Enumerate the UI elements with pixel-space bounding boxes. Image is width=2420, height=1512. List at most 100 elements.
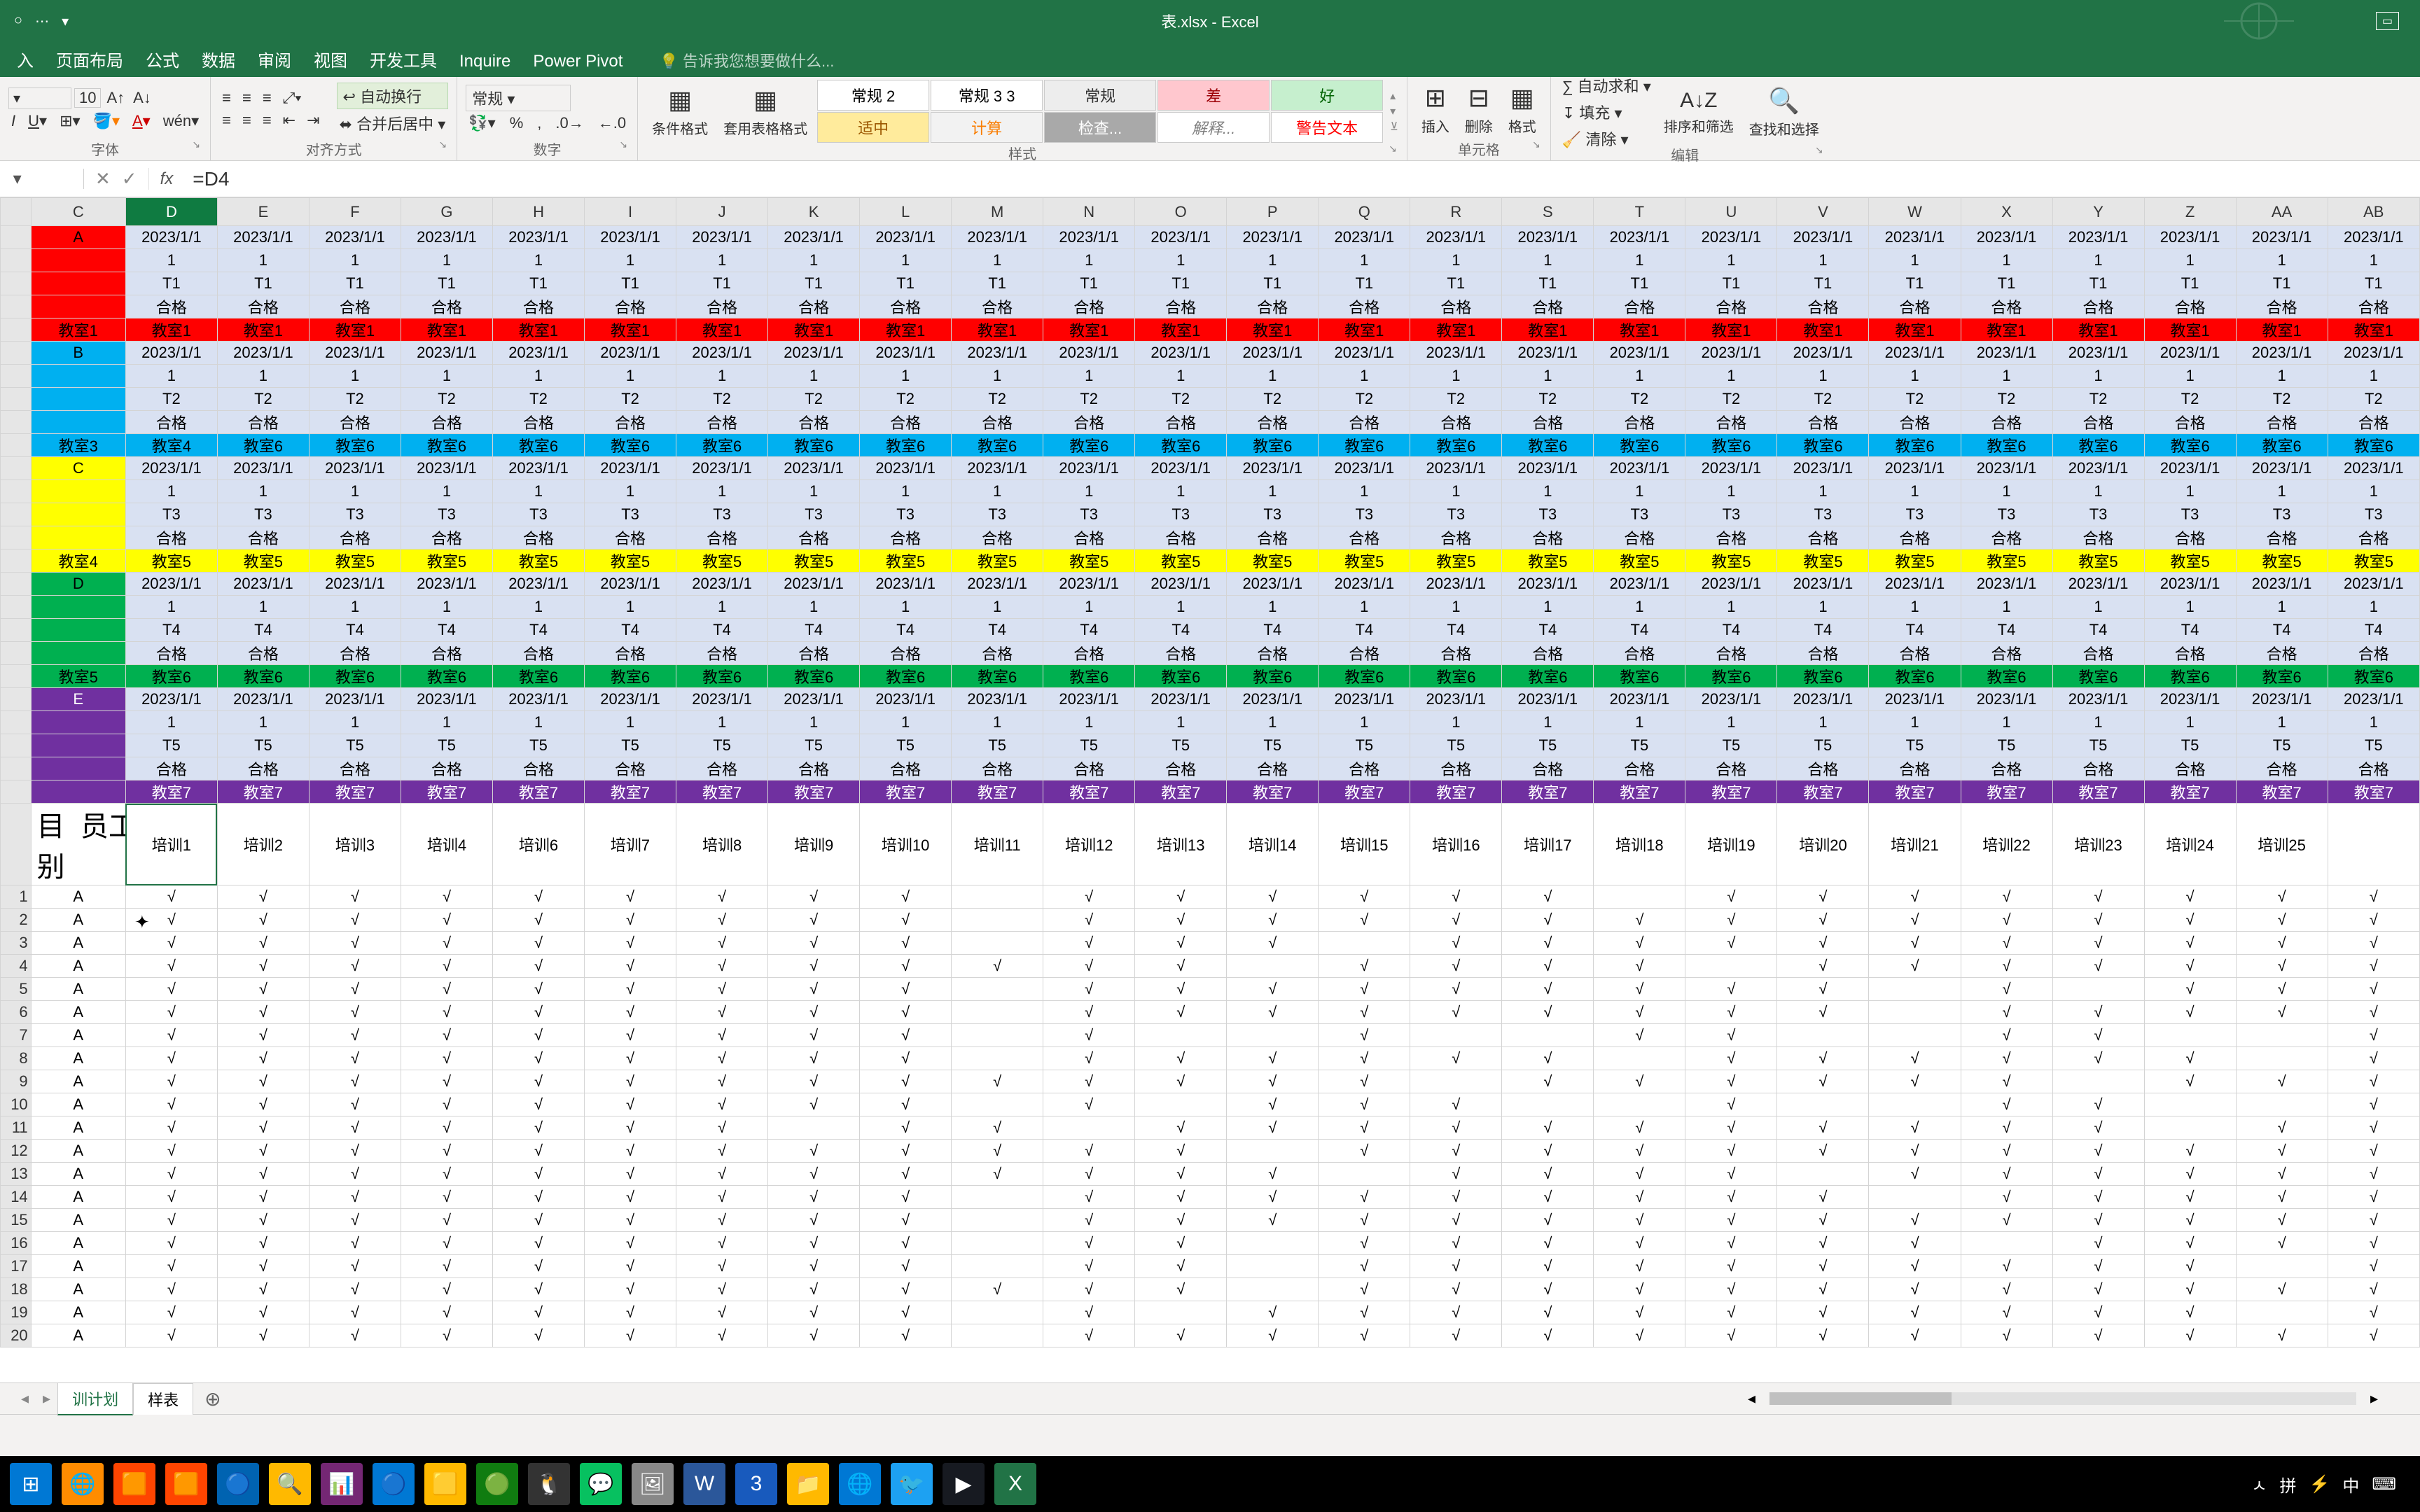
cell[interactable]: 教室6 [1135, 434, 1227, 457]
taskbar-app[interactable]: 🔵 [373, 1463, 415, 1505]
cell[interactable]: 合格 [1502, 642, 1594, 665]
cell[interactable]: 培训20 [1777, 804, 1869, 886]
cell[interactable]: 合格 [676, 295, 768, 318]
cell[interactable]: 2023/1/1 [1869, 226, 1961, 249]
row-header[interactable]: 9 [1, 1070, 32, 1093]
cell[interactable]: √ [125, 909, 217, 932]
cell[interactable]: T2 [1410, 388, 1502, 411]
cell[interactable]: T2 [1685, 388, 1777, 411]
cell[interactable]: 教室1 [2236, 318, 2328, 342]
cell[interactable]: √ [1594, 1163, 1685, 1186]
cell[interactable]: √ [676, 1024, 768, 1047]
cell[interactable]: √ [1594, 909, 1685, 932]
cell[interactable]: T3 [1502, 503, 1594, 526]
cell[interactable]: √ [2144, 1140, 2236, 1163]
cell[interactable] [1594, 1047, 1685, 1070]
cell[interactable]: 合格 [1594, 526, 1685, 550]
cell[interactable]: √ [2052, 1324, 2144, 1348]
cell[interactable]: 1 [493, 365, 585, 388]
cell[interactable]: T2 [2328, 388, 2419, 411]
cell[interactable]: √ [1961, 886, 2052, 909]
cell[interactable]: √ [1227, 1001, 1319, 1024]
cell[interactable]: 1 [2144, 596, 2236, 619]
cell[interactable]: √ [1319, 1324, 1410, 1348]
cell[interactable]: T5 [1502, 734, 1594, 757]
cell[interactable]: 合格 [1777, 526, 1869, 550]
ribbon-tab[interactable]: 公式 [143, 41, 182, 77]
spreadsheet-grid[interactable]: CDEFGHIJKLMNOPQRSTUVWXYZAAABA2023/1/1202… [0, 197, 2420, 1382]
cell[interactable]: T5 [401, 734, 492, 757]
row-header[interactable]: 4 [1, 955, 32, 978]
cell[interactable]: 1 [1869, 480, 1961, 503]
cell[interactable]: √ [1869, 955, 1961, 978]
cell[interactable]: T4 [1685, 619, 1777, 642]
cell[interactable]: √ [1777, 1001, 1869, 1024]
cell[interactable]: 教室6 [676, 434, 768, 457]
font-color-button[interactable]: A▾ [130, 111, 153, 132]
cell[interactable]: 1 [1961, 480, 2052, 503]
cell[interactable]: 2023/1/1 [309, 342, 401, 365]
cell[interactable]: √ [768, 1001, 860, 1024]
cell[interactable]: √ [1777, 1070, 1869, 1093]
cell[interactable]: √ [401, 1047, 492, 1070]
cell[interactable]: T1 [1135, 272, 1227, 295]
cell[interactable] [31, 619, 125, 642]
cell[interactable]: √ [860, 1001, 952, 1024]
cell[interactable] [2052, 1070, 2144, 1093]
cell[interactable]: √ [493, 1047, 585, 1070]
cell[interactable]: √ [125, 1001, 217, 1024]
row-header[interactable]: 16 [1, 1232, 32, 1255]
cell[interactable]: T4 [585, 619, 676, 642]
cell[interactable]: 2023/1/1 [493, 226, 585, 249]
cell[interactable]: √ [952, 1070, 1043, 1093]
cell[interactable]: √ [1685, 1070, 1777, 1093]
cell[interactable]: 1 [493, 596, 585, 619]
tab-scroll-left-icon[interactable]: ◂ [14, 1390, 36, 1408]
cell[interactable]: 1 [217, 596, 309, 619]
style-explain[interactable]: 解释... [1157, 112, 1270, 143]
column-header[interactable]: Y [2052, 198, 2144, 226]
cell[interactable]: 教室6 [2236, 434, 2328, 457]
format-as-table-button[interactable]: ▦套用表格格式 [718, 83, 813, 141]
cell[interactable]: 培训10 [860, 804, 952, 886]
cell[interactable]: 1 [1502, 249, 1594, 272]
cell[interactable] [31, 711, 125, 734]
cell[interactable]: 教室5 [1685, 550, 1777, 573]
cell[interactable]: 合格 [125, 295, 217, 318]
cell[interactable]: √ [1410, 1093, 1502, 1116]
cell[interactable]: 2023/1/1 [952, 573, 1043, 596]
cell[interactable]: √ [1777, 1232, 1869, 1255]
ribbon-tab[interactable]: 视图 [311, 41, 350, 77]
cell[interactable]: 2023/1/1 [493, 573, 585, 596]
cell[interactable]: 1 [125, 365, 217, 388]
row-header[interactable]: 19 [1, 1301, 32, 1324]
cell[interactable]: 培训4 [401, 804, 492, 886]
cell[interactable]: √ [1594, 1116, 1685, 1140]
cell[interactable]: T4 [860, 619, 952, 642]
cell[interactable]: 合格 [2236, 642, 2328, 665]
cell[interactable]: 合格 [309, 642, 401, 665]
cell[interactable]: 合格 [2236, 526, 2328, 550]
cell[interactable]: 合格 [1961, 757, 2052, 780]
tell-me-search[interactable]: 告诉我您想要做什么... [656, 43, 837, 77]
cell[interactable]: 2023/1/1 [1227, 226, 1319, 249]
cell[interactable]: 2023/1/1 [1685, 226, 1777, 249]
cell[interactable]: 教室7 [2144, 780, 2236, 804]
cell[interactable]: 教室5 [1319, 550, 1410, 573]
taskbar-app[interactable]: 🌐 [62, 1463, 104, 1505]
cell[interactable]: 合格 [676, 757, 768, 780]
cell[interactable]: 教室6 [1227, 434, 1319, 457]
cell[interactable]: 1 [860, 365, 952, 388]
cell[interactable]: T5 [1594, 734, 1685, 757]
cell[interactable]: T3 [585, 503, 676, 526]
cell[interactable]: √ [1043, 978, 1135, 1001]
column-header[interactable]: P [1227, 198, 1319, 226]
cell[interactable]: √ [309, 1186, 401, 1209]
column-header[interactable]: T [1594, 198, 1685, 226]
cell[interactable]: 2023/1/1 [1135, 573, 1227, 596]
cell[interactable]: √ [1594, 978, 1685, 1001]
row-header[interactable]: 17 [1, 1255, 32, 1278]
cell[interactable]: T1 [2236, 272, 2328, 295]
cell[interactable]: 合格 [1227, 526, 1319, 550]
cell[interactable]: T1 [1685, 272, 1777, 295]
